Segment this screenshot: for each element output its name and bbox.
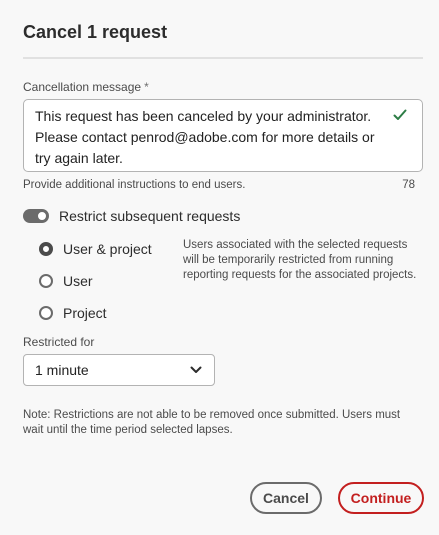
restrict-subsequent-toggle[interactable]: Restrict subsequent requests (23, 208, 240, 224)
radio-project[interactable]: Project (39, 305, 107, 321)
restriction-description: Users associated with the selected reque… (183, 239, 417, 281)
restriction-note: Note: Restrictions are not able to be re… (23, 409, 401, 436)
cancellation-message-label: Cancellation message * (23, 80, 149, 94)
restricted-for-label: Restricted for (23, 335, 95, 349)
required-mark: * (144, 80, 149, 94)
chevron-down-icon (190, 366, 202, 373)
radio-button[interactable] (39, 274, 53, 288)
dialog-title: Cancel 1 request (23, 22, 168, 42)
message-help-text: Provide additional instructions to end u… (23, 179, 246, 191)
toggle-switch[interactable] (23, 209, 49, 223)
radio-label: User & project (63, 241, 152, 257)
character-count: 78 (402, 179, 415, 191)
radio-label: User (63, 273, 93, 289)
checkmark-icon (393, 109, 407, 120)
radio-button-checked[interactable] (39, 242, 53, 256)
cancellation-message-label-text: Cancellation message (23, 80, 142, 94)
cancellation-message-value: This request has been canceled by your a… (35, 108, 375, 166)
toggle-knob (36, 210, 48, 222)
restricted-for-value: 1 minute (35, 362, 89, 378)
cancel-button[interactable]: Cancel (250, 482, 322, 514)
continue-button[interactable]: Continue (338, 482, 424, 514)
radio-label: Project (63, 305, 107, 321)
radio-user[interactable]: User (39, 273, 93, 289)
radio-button[interactable] (39, 306, 53, 320)
cancel-request-dialog: Cancel 1 request Cancellation message * T… (0, 0, 439, 535)
title-divider (23, 57, 423, 59)
restricted-for-select[interactable]: 1 minute (23, 354, 215, 386)
restrict-toggle-label: Restrict subsequent requests (59, 208, 241, 224)
radio-user-and-project[interactable]: User & project (39, 241, 152, 257)
cancellation-message-textarea[interactable]: This request has been canceled by your a… (23, 99, 423, 172)
